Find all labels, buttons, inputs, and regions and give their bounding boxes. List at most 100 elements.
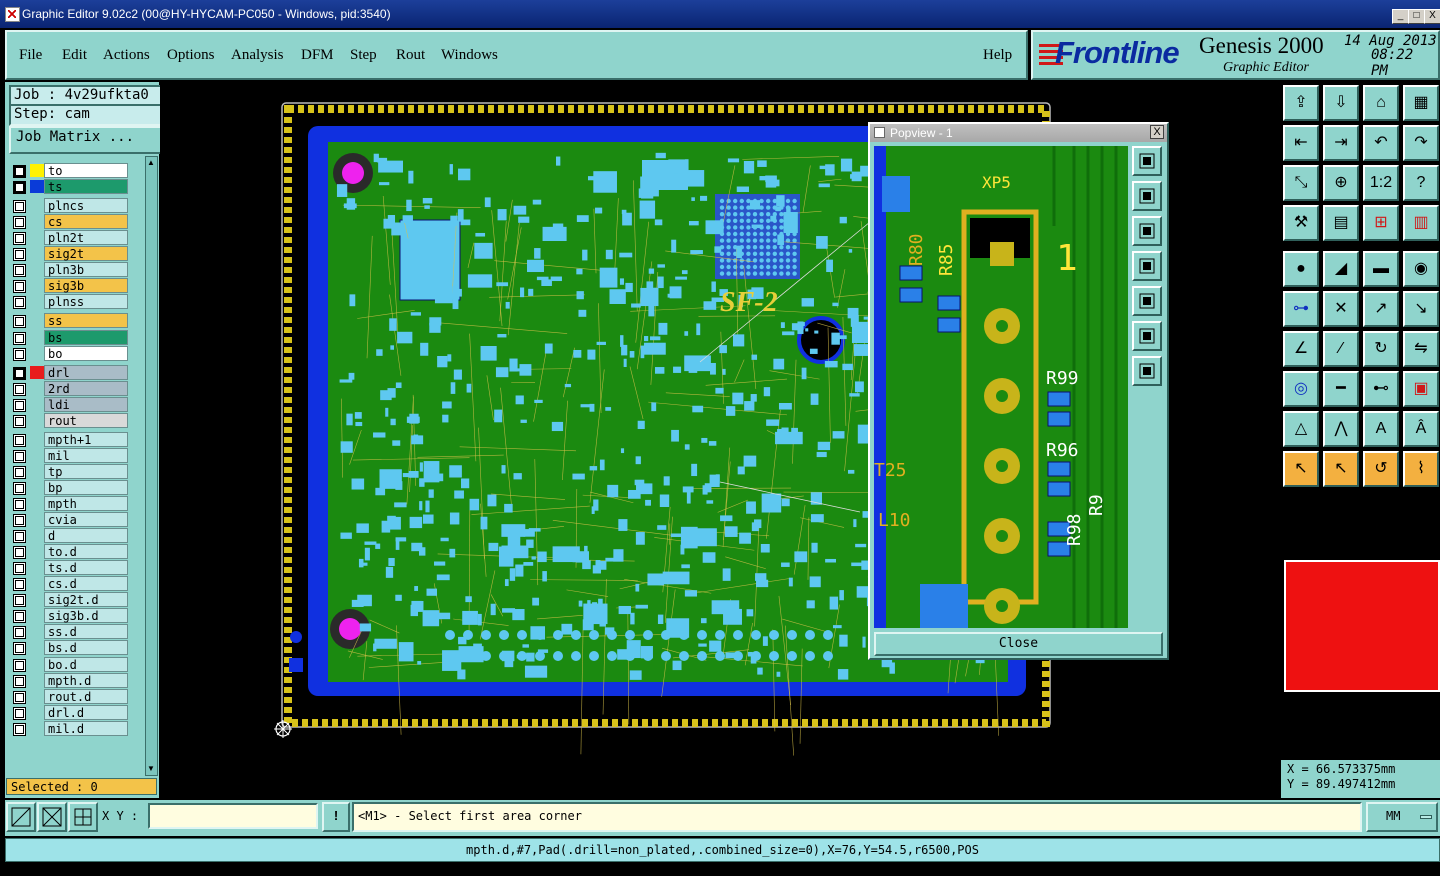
layer-row-mpth[interactable]: mpth [11,496,151,511]
pad-icon[interactable]: ◉ [1403,251,1439,287]
layer-name[interactable]: ts.d [44,560,128,576]
layer-row-bp[interactable]: bp [11,479,151,495]
layer-visibility-checkbox[interactable] [13,546,26,560]
layer-visibility-checkbox[interactable] [13,181,26,195]
menu-windows[interactable]: Windows [441,47,498,64]
layer-row-sig2t[interactable]: sig2t [11,246,151,262]
popview-zoom-down-icon[interactable] [1132,216,1162,246]
layer-name[interactable]: bo.d [44,656,128,672]
layer-visibility-checkbox[interactable] [13,347,26,361]
slope-icon[interactable]: ∕ [1323,331,1359,367]
menu-options[interactable]: Options [167,47,215,64]
layer-row-pln2t[interactable]: pln2t [11,230,151,246]
layer-row-sig3b-d[interactable]: sig3b.d [11,608,151,624]
menu-help[interactable]: Help [983,47,1012,64]
units-selector[interactable]: MM [1366,802,1438,832]
pan-left-icon[interactable]: ⇤ [1283,125,1319,161]
pad-add-icon[interactable]: ◎ [1283,371,1319,407]
snap-angle-icon[interactable] [37,802,67,832]
layer-row-mpth-1[interactable]: mpth+1 [11,431,151,447]
layer-visibility-checkbox[interactable] [13,626,26,640]
layer-visibility-checkbox[interactable] [13,706,26,720]
layer-visibility-checkbox[interactable] [13,465,26,479]
layer-name[interactable]: bs [44,329,128,345]
delete-icon[interactable]: ✕ [1323,291,1359,327]
fit-icon[interactable]: ⤡ [1283,165,1319,201]
layer-row-ss[interactable]: ss [11,313,151,329]
layer-name[interactable]: sig3b.d [44,608,128,624]
layer-row-sig3b[interactable]: sig3b [11,278,151,294]
xy-input[interactable] [148,803,318,829]
layer-name[interactable]: mil [44,447,128,463]
menu-dfm[interactable]: DFM [301,47,334,64]
exclamation-icon[interactable]: ! [322,802,350,832]
layer-row-plnss[interactable]: plnss [11,294,151,310]
layer-name[interactable]: cs [44,214,128,230]
layer-row-drl[interactable]: drl [11,364,151,380]
layer-name[interactable]: sig2t [44,246,128,262]
layer-row-mil-d[interactable]: mil.d [11,720,151,736]
layer-name[interactable]: ss.d [44,624,128,640]
triangle-icon[interactable]: △ [1283,411,1319,447]
popview-fit-icon[interactable] [1132,321,1162,351]
line-add-icon[interactable]: ↘ [1403,291,1439,327]
layer-name[interactable]: to.d [44,544,128,560]
layer-name[interactable]: drl [44,364,128,380]
menu-analysis[interactable]: Analysis [231,47,284,64]
layer-name[interactable]: drl.d [44,704,128,720]
layer-visibility-checkbox[interactable] [13,658,26,672]
center-icon[interactable]: ⊕ [1323,165,1359,201]
layer-visibility-checkbox[interactable] [13,578,26,592]
layer-name[interactable]: d [44,528,128,544]
layer-visibility-checkbox[interactable] [13,296,26,310]
layer-row-2rd[interactable]: 2rd [11,380,151,396]
layer-row-to-d[interactable]: to.d [11,544,151,560]
layer-name[interactable]: pln2t [44,230,128,246]
popview-zoom-in-icon[interactable] [1132,146,1162,176]
layer-row-plncs[interactable]: plncs [11,198,151,214]
netlist-icon[interactable]: ▥ [1403,205,1439,241]
grid-toggle-icon[interactable] [68,802,98,832]
layer-visibility-checkbox[interactable] [13,690,26,704]
layer-row-mil[interactable]: mil [11,447,151,463]
menu-actions[interactable]: Actions [103,47,150,64]
step-icon[interactable]: ⌇ [1403,451,1439,487]
popview-close-button[interactable]: Close [874,632,1163,656]
layer-name[interactable]: ldi [44,396,128,412]
layer-name[interactable]: mpth [44,496,128,511]
layer-visibility-checkbox[interactable] [13,280,26,294]
layer-visibility-checkbox[interactable] [13,481,26,495]
measure-point-icon[interactable]: ⊷ [1363,371,1399,407]
layer-name[interactable]: sig2t.d [44,592,128,608]
popview-zoom-up-icon[interactable] [1132,181,1162,211]
layer-name[interactable]: plnss [44,294,128,310]
angle-icon[interactable]: ∠ [1283,331,1319,367]
layer-name[interactable]: mil.d [44,720,128,736]
layer-name[interactable]: pln3b [44,262,128,278]
menu-step[interactable]: Step [350,47,377,64]
layer-visibility-checkbox[interactable] [13,530,26,544]
layer-name[interactable]: bp [44,479,128,495]
layer-row-bo[interactable]: bo [11,345,151,361]
layer-name[interactable]: bo [44,345,128,361]
layer-visibility-checkbox[interactable] [13,232,26,246]
layer-row-mpth-d[interactable]: mpth.d [11,672,151,688]
layer-row-cs[interactable]: cs [11,214,151,230]
popview-close-icon[interactable]: X [1150,125,1164,139]
layer-row-drl-d[interactable]: drl.d [11,704,151,720]
rotate-icon[interactable]: ↺ [1363,451,1399,487]
zoom-in-icon[interactable]: ⇩ [1323,85,1359,121]
layer-visibility-checkbox[interactable] [13,610,26,624]
layer-name[interactable]: rout [44,412,128,428]
layer-name[interactable]: cs.d [44,576,128,592]
redo-zoom-icon[interactable]: ↷ [1403,125,1439,161]
layer-row-sig2t-d[interactable]: sig2t.d [11,592,151,608]
layer-visibility-checkbox[interactable] [13,366,26,380]
layer-visibility-checkbox[interactable] [13,449,26,463]
pad-select-icon[interactable]: ● [1283,251,1319,287]
maximize-button[interactable]: □ [1408,9,1425,24]
arc-icon[interactable]: ↻ [1363,331,1399,367]
layer-row-ts[interactable]: ts [11,179,151,195]
layer-visibility-checkbox[interactable] [13,514,26,528]
layer-row-rout[interactable]: rout [11,412,151,428]
